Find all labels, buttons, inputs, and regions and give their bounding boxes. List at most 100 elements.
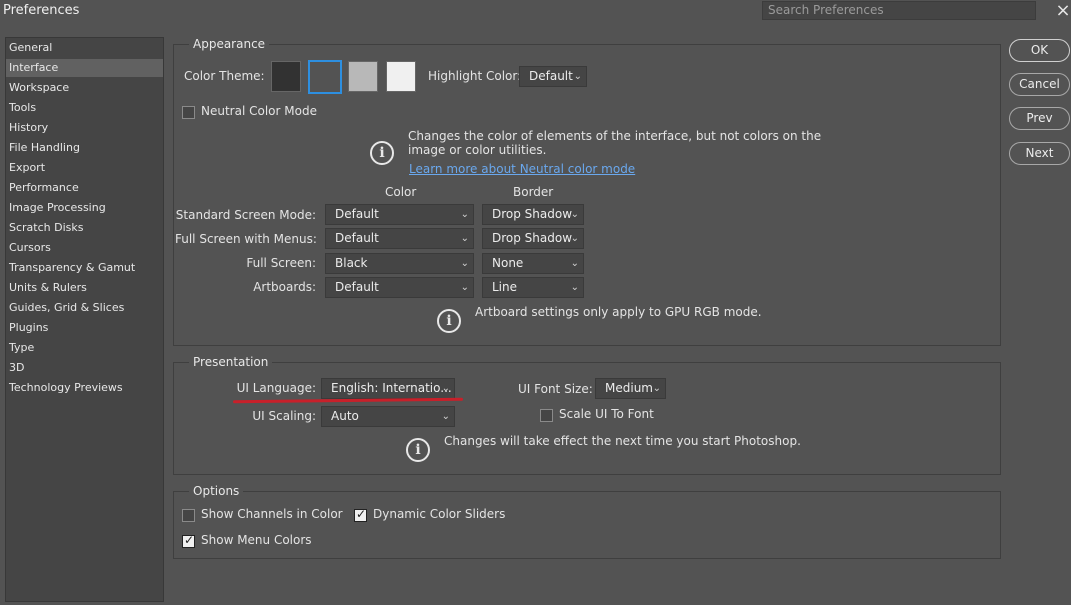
highlight-color-value: Default — [529, 69, 573, 83]
chevron-down-icon: ⌄ — [460, 233, 469, 244]
standard-screen-border-select[interactable]: Drop Shadow ⌄ — [482, 204, 584, 225]
chevron-down-icon: ⌄ — [460, 258, 469, 269]
select-value: Line — [492, 280, 518, 294]
appearance-group-label: Appearance — [189, 37, 270, 51]
chevron-down-icon: ⌄ — [573, 71, 582, 82]
show-channels-label: Show Channels in Color — [201, 507, 343, 521]
ui-scaling-value: Auto — [331, 409, 359, 423]
sidebar-item-plugins[interactable]: Plugins — [6, 319, 163, 337]
options-group — [173, 491, 1001, 559]
next-button[interactable]: Next — [1009, 142, 1070, 165]
select-value: None — [492, 256, 524, 270]
artboards-border-select[interactable]: Line ⌄ — [482, 277, 584, 298]
full-screen-label: Full Screen: — [246, 256, 316, 270]
color-theme-label: Color Theme: — [184, 69, 265, 83]
info-icon: i — [370, 141, 394, 165]
check-icon: ✓ — [184, 533, 195, 547]
options-group-label: Options — [189, 484, 244, 498]
info-icon: i — [437, 309, 461, 333]
presentation-group-label: Presentation — [189, 355, 273, 369]
cancel-button[interactable]: Cancel — [1009, 73, 1070, 96]
sidebar-item-guides-grid-slices[interactable]: Guides, Grid & Slices — [6, 299, 163, 317]
prev-button[interactable]: Prev — [1009, 107, 1070, 130]
chevron-down-icon: ⌄ — [570, 282, 579, 293]
sidebar-item-type[interactable]: Type — [6, 339, 163, 357]
sidebar-item-general[interactable]: General — [6, 39, 163, 57]
sidebar-item-technology-previews[interactable]: Technology Previews — [6, 379, 163, 397]
full-screen-border-select[interactable]: None ⌄ — [482, 253, 584, 274]
neutral-info-text-line1: Changes the color of elements of the int… — [408, 129, 822, 143]
ok-button[interactable]: OK — [1009, 39, 1070, 62]
select-value: Default — [335, 231, 379, 245]
theme-swatch-dark[interactable] — [308, 60, 342, 94]
select-value: Black — [335, 256, 368, 270]
chevron-down-icon: ⌄ — [652, 383, 661, 394]
sidebar-item-history[interactable]: History — [6, 119, 163, 137]
full-screen-menus-border-select[interactable]: Drop Shadow ⌄ — [482, 228, 584, 249]
select-value: Drop Shadow — [492, 231, 573, 245]
scale-ui-to-font-checkbox[interactable] — [540, 409, 553, 422]
full-screen-menus-label: Full Screen with Menus: — [175, 232, 317, 246]
ui-language-value: English: Internatio... — [331, 381, 452, 395]
column-header-color: Color — [385, 185, 417, 199]
sidebar-item-file-handling[interactable]: File Handling — [6, 139, 163, 157]
chevron-down-icon: ⌄ — [460, 282, 469, 293]
select-value: Default — [335, 280, 379, 294]
presentation-note: Changes will take effect the next time y… — [444, 434, 801, 448]
ui-language-select[interactable]: English: Internatio... ⌄ — [321, 378, 455, 399]
neutral-color-mode-label: Neutral Color Mode — [201, 104, 317, 118]
show-menu-colors-checkbox[interactable]: ✓ — [182, 533, 195, 548]
preferences-sidebar: General Interface Workspace Tools History Fil… — [5, 37, 164, 602]
show-menu-colors-label: Show Menu Colors — [201, 533, 312, 547]
theme-swatch-darkest[interactable] — [271, 61, 301, 92]
theme-swatch-lightest[interactable] — [386, 61, 416, 92]
chevron-down-icon: ⌄ — [570, 233, 579, 244]
ui-language-label: UI Language: — [236, 381, 316, 395]
sidebar-item-interface[interactable]: Interface — [6, 59, 163, 77]
check-icon: ✓ — [356, 507, 367, 521]
chevron-down-icon: ⌄ — [460, 209, 469, 220]
sidebar-item-units-rulers[interactable]: Units & Rulers — [6, 279, 163, 297]
dynamic-sliders-checkbox[interactable]: ✓ — [354, 507, 367, 522]
chevron-down-icon: ⌄ — [441, 411, 450, 422]
neutral-color-mode-checkbox[interactable] — [182, 106, 195, 119]
full-screen-color-select[interactable]: Black ⌄ — [325, 253, 474, 274]
show-channels-checkbox[interactable] — [182, 509, 195, 522]
chevron-down-icon: ⌄ — [570, 209, 579, 220]
sidebar-item-image-processing[interactable]: Image Processing — [6, 199, 163, 217]
column-header-border: Border — [513, 185, 554, 199]
ui-scaling-select[interactable]: Auto ⌄ — [321, 406, 455, 427]
sidebar-item-transparency-gamut[interactable]: Transparency & Gamut — [6, 259, 163, 277]
chevron-down-icon: ⌄ — [570, 258, 579, 269]
artboard-note: Artboard settings only apply to GPU RGB … — [475, 305, 762, 319]
highlight-color-label: Highlight Color: — [428, 69, 522, 83]
sidebar-item-workspace[interactable]: Workspace — [6, 79, 163, 97]
sidebar-item-cursors[interactable]: Cursors — [6, 239, 163, 257]
ui-font-size-value: Medium — [605, 381, 653, 395]
search-input[interactable]: Search Preferences — [762, 1, 1036, 20]
sidebar-item-3d[interactable]: 3D — [6, 359, 163, 377]
sidebar-item-scratch-disks[interactable]: Scratch Disks — [6, 219, 163, 237]
ui-font-size-label: UI Font Size: — [518, 382, 593, 396]
close-icon[interactable]: × — [1054, 1, 1071, 21]
select-value: Default — [335, 207, 379, 221]
dynamic-sliders-label: Dynamic Color Sliders — [373, 507, 506, 521]
ui-scaling-label: UI Scaling: — [252, 409, 316, 423]
chevron-down-icon: ⌄ — [441, 383, 450, 394]
neutral-color-mode-link[interactable]: Learn more about Neutral color mode — [409, 162, 635, 176]
highlight-color-select[interactable]: Default ⌄ — [519, 66, 587, 87]
artboards-color-select[interactable]: Default ⌄ — [325, 277, 474, 298]
neutral-info-text-line2: image or color utilities. — [408, 143, 547, 157]
select-value: Drop Shadow — [492, 207, 573, 221]
artboards-label: Artboards: — [253, 280, 316, 294]
full-screen-menus-color-select[interactable]: Default ⌄ — [325, 228, 474, 249]
theme-swatch-light[interactable] — [348, 61, 378, 92]
scale-ui-to-font-label: Scale UI To Font — [559, 407, 654, 421]
sidebar-item-tools[interactable]: Tools — [6, 99, 163, 117]
sidebar-item-export[interactable]: Export — [6, 159, 163, 177]
ui-font-size-select[interactable]: Medium ⌄ — [595, 378, 666, 399]
standard-screen-color-select[interactable]: Default ⌄ — [325, 204, 474, 225]
sidebar-item-performance[interactable]: Performance — [6, 179, 163, 197]
info-icon: i — [406, 438, 430, 462]
standard-screen-mode-label: Standard Screen Mode: — [175, 208, 316, 222]
